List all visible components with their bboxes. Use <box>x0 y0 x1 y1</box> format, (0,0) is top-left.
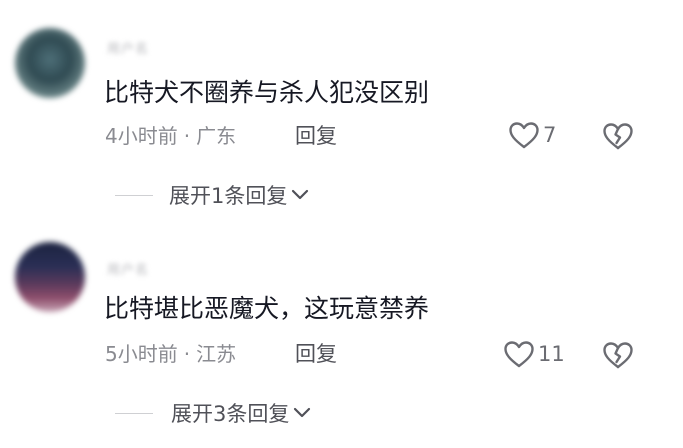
reply-button[interactable]: 回复 <box>295 122 337 150</box>
comment-meta: 4小时前 · 广东 <box>105 122 236 150</box>
like-button[interactable]: 11 <box>503 339 565 369</box>
comment-location: 广东 <box>196 124 237 148</box>
comment-location: 江苏 <box>196 342 237 366</box>
chevron-down-icon <box>292 189 309 200</box>
dislike-button[interactable] <box>602 340 634 370</box>
like-count: 11 <box>538 342 565 366</box>
expand-replies-button[interactable]: 展开1条回复 <box>115 180 310 210</box>
username[interactable]: 用户名 <box>107 259 149 278</box>
expand-replies-label: 展开1条回复 <box>169 184 288 208</box>
dislike-button[interactable] <box>602 121 634 151</box>
heart-outline-icon <box>509 122 539 149</box>
expand-replies-label: 展开3条回复 <box>171 402 290 426</box>
meta-separator: · <box>183 124 191 148</box>
comment-text: 比特堪比恶魔犬，这玩意禁养 <box>104 294 430 323</box>
meta-separator: · <box>183 342 191 366</box>
broken-heart-icon <box>603 123 633 150</box>
username[interactable]: 用户名 <box>107 38 149 57</box>
avatar[interactable] <box>15 28 85 98</box>
like-button[interactable]: 7 <box>508 120 556 150</box>
comment-meta: 5小时前 · 江苏 <box>105 340 236 368</box>
avatar[interactable] <box>15 242 85 312</box>
divider-line <box>115 194 153 196</box>
comment-time: 5小时前 <box>105 342 178 366</box>
heart-outline-icon <box>504 341 534 368</box>
reply-button[interactable]: 回复 <box>295 340 337 368</box>
expand-replies-button[interactable]: 展开3条回复 <box>115 398 312 428</box>
chevron-down-icon <box>294 407 311 418</box>
broken-heart-icon <box>603 342 633 369</box>
comment-text: 比特犬不圈养与杀人犯没区别 <box>104 78 430 107</box>
like-count: 7 <box>543 123 557 147</box>
comment-time: 4小时前 <box>105 124 178 148</box>
divider-line <box>115 412 153 414</box>
